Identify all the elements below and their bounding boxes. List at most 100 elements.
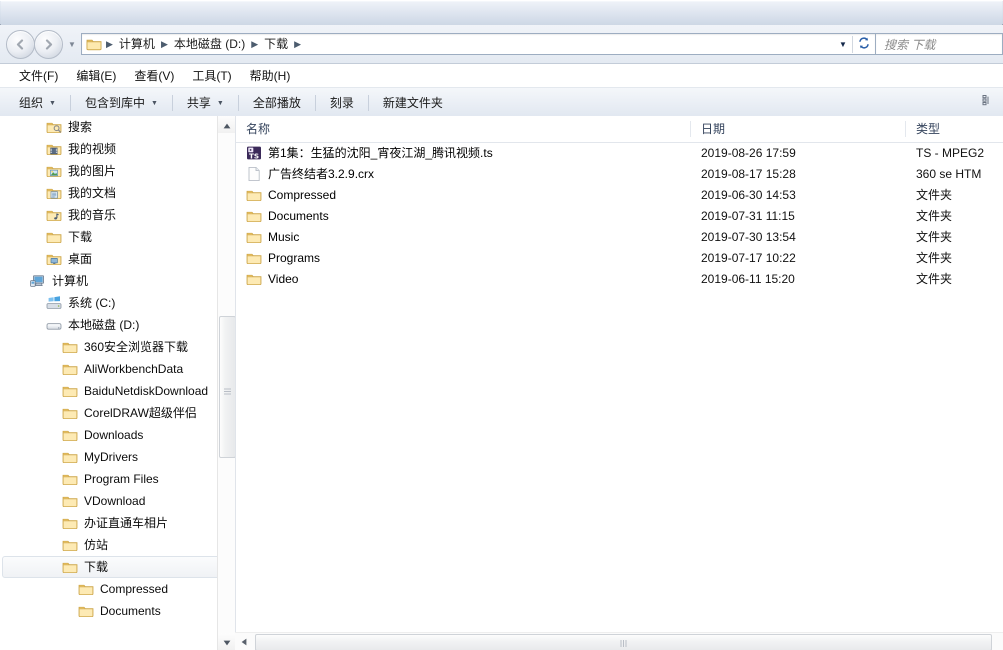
file-name-cell[interactable]: Video: [236, 268, 691, 289]
nav-item-360[interactable]: 360安全浏览器下载: [0, 336, 235, 358]
search-box[interactable]: 搜索 下载: [875, 33, 1003, 55]
file-row[interactable]: TS 第1集：生猛的沈阳_宵夜江湖_腾讯视频.ts 2019-08-26 17:59…: [236, 142, 1003, 163]
menu-tools[interactable]: 工具(T): [183, 66, 240, 86]
refresh-icon: [857, 36, 871, 53]
nav-item-downloads[interactable]: Downloads: [0, 424, 235, 446]
nav-scroll-track[interactable]: [218, 133, 235, 633]
navigation-buttons: ▼: [0, 29, 78, 59]
breadcrumb-item-1[interactable]: 本地磁盘 (D:): [171, 35, 248, 53]
nav-item-[interactable]: 下载: [2, 556, 231, 578]
horizontal-scrollbar[interactable]: [235, 632, 1003, 650]
menu-file[interactable]: 文件(F): [10, 66, 67, 86]
menu-edit[interactable]: 编辑(E): [67, 66, 125, 86]
nav-item-c:[interactable]: 系统 (C:): [0, 292, 235, 314]
navigation-tree: 搜索 我的视频 我的图片 我的文档 我的音乐 下载 桌面 计算机 系统 (C:) 本地磁盘 (D:…: [0, 116, 235, 622]
file-name-label: Documents: [268, 208, 329, 223]
nav-item-label: AliWorkbenchData: [84, 362, 184, 376]
folder-icon: [62, 559, 78, 575]
nav-pane-scrollbar[interactable]: [217, 116, 235, 650]
folder-video-icon: [46, 141, 62, 157]
folder-icon: [62, 449, 78, 465]
nav-item-program-files[interactable]: Program Files: [0, 468, 235, 490]
nav-item-aliworkbenchdata[interactable]: AliWorkbenchData: [0, 358, 235, 380]
nav-scroll-down-button[interactable]: [218, 633, 235, 650]
column-header-name[interactable]: 名称: [236, 116, 691, 142]
nav-item-baidunetdiskdownload[interactable]: BaiduNetdiskDownload: [0, 380, 235, 402]
nav-item-[interactable]: 仿站: [0, 534, 235, 556]
file-row[interactable]: Video 2019-06-11 15:20 文件夹: [236, 268, 1003, 289]
forward-button[interactable]: [34, 29, 63, 59]
nav-item-label: 系统 (C:): [68, 296, 116, 310]
hscroll-left-button[interactable]: [235, 633, 252, 650]
nav-item-[interactable]: 桌面: [0, 248, 235, 270]
file-date-cell: 2019-06-30 14:53: [701, 187, 796, 202]
nav-item-[interactable]: 我的视频: [0, 138, 235, 160]
file-name-cell[interactable]: Music: [236, 226, 691, 247]
file-name-cell[interactable]: 广告终结者3.2.9.crx: [236, 163, 691, 184]
file-type-cell: 文件夹: [916, 208, 953, 223]
breadcrumb-separator-1[interactable]: ▶: [158, 36, 171, 52]
share-button[interactable]: 共享 ▼: [178, 92, 233, 114]
navigation-pane: 搜索 我的视频 我的图片 我的文档 我的音乐 下载 桌面 计算机 系统 (C:) 本地磁盘 (D:…: [0, 116, 236, 650]
column-header-type[interactable]: 类型: [906, 116, 986, 142]
nav-item-compressed[interactable]: Compressed: [0, 578, 235, 600]
nav-item-d:[interactable]: 本地磁盘 (D:): [0, 314, 235, 336]
file-row[interactable]: 广告终结者3.2.9.crx 2019-08-17 15:28 360 se HTM: [236, 163, 1003, 184]
address-dropdown-button[interactable]: ▼: [834, 34, 852, 54]
new-folder-button[interactable]: 新建文件夹: [374, 92, 452, 114]
nav-item-label: 办证直通车相片: [84, 516, 169, 530]
file-name-cell[interactable]: Documents: [236, 205, 691, 226]
menu-view[interactable]: 查看(V): [125, 66, 183, 86]
nav-item-[interactable]: 我的音乐: [0, 204, 235, 226]
nav-scroll-thumb[interactable]: [219, 316, 235, 458]
breadcrumb-separator-2[interactable]: ▶: [248, 36, 261, 52]
file-name-cell[interactable]: TS 第1集：生猛的沈阳_宵夜江湖_腾讯视频.ts: [236, 142, 691, 163]
folder-icon: [246, 271, 262, 287]
nav-item-coreldraw[interactable]: CorelDRAW超级伴侣: [0, 402, 235, 424]
view-options-button[interactable]: [974, 88, 997, 118]
nav-item-vdownload[interactable]: VDownload: [0, 490, 235, 512]
hscroll-track[interactable]: [253, 634, 1002, 650]
recent-pages-dropdown[interactable]: ▼: [66, 34, 78, 54]
nav-item-[interactable]: 计算机: [0, 270, 235, 292]
hscroll-thumb[interactable]: [255, 634, 992, 650]
include-in-library-button[interactable]: 包含到库中 ▼: [76, 92, 167, 114]
generic-file-icon: [246, 166, 262, 182]
breadcrumb-item-0[interactable]: 计算机: [116, 35, 158, 53]
file-row[interactable]: Programs 2019-07-17 10:22 文件夹: [236, 247, 1003, 268]
organize-button[interactable]: 组织 ▼: [10, 92, 65, 114]
nav-scroll-up-button[interactable]: [218, 116, 235, 133]
breadcrumb-item-2[interactable]: 下载: [261, 35, 291, 53]
chevron-down-icon: ▼: [216, 100, 224, 107]
menu-help[interactable]: 帮助(H): [241, 66, 300, 86]
file-type-cell: 360 se HTM: [916, 166, 982, 181]
grip-icon: [224, 384, 231, 394]
back-button[interactable]: [6, 29, 35, 59]
nav-item-[interactable]: 办证直通车相片: [0, 512, 235, 534]
burn-button[interactable]: 刻录: [321, 92, 363, 114]
file-row[interactable]: Compressed 2019-06-30 14:53 文件夹: [236, 184, 1003, 205]
nav-item-[interactable]: 下载: [0, 226, 235, 248]
nav-item-label: 仿站: [84, 538, 109, 552]
nav-item-label: MyDrivers: [84, 450, 138, 464]
include-in-library-label: 包含到库中: [84, 96, 145, 110]
play-all-button[interactable]: 全部播放: [244, 92, 310, 114]
search-input[interactable]: 搜索 下载: [876, 36, 935, 53]
breadcrumb-separator-3[interactable]: ▶: [291, 36, 304, 52]
file-name-cell[interactable]: Compressed: [236, 184, 691, 205]
breadcrumb: ▶ 计算机 ▶ 本地磁盘 (D:) ▶ 下载 ▶: [82, 35, 834, 53]
nav-item-documents[interactable]: Documents: [0, 600, 235, 622]
menu-bar: 文件(F) 编辑(E) 查看(V) 工具(T) 帮助(H): [0, 64, 1003, 88]
nav-item-[interactable]: 搜索: [0, 116, 235, 138]
file-row[interactable]: Documents 2019-07-31 11:15 文件夹: [236, 205, 1003, 226]
file-name-cell[interactable]: Programs: [236, 247, 691, 268]
view-options-icon: [980, 95, 991, 111]
column-header-date[interactable]: 日期: [691, 116, 906, 142]
refresh-button[interactable]: [853, 34, 875, 54]
address-field[interactable]: ▶ 计算机 ▶ 本地磁盘 (D:) ▶ 下载 ▶ ▼: [81, 33, 876, 55]
nav-item-mydrivers[interactable]: MyDrivers: [0, 446, 235, 468]
triangle-down-icon: [223, 635, 231, 649]
file-row[interactable]: Music 2019-07-30 13:54 文件夹: [236, 226, 1003, 247]
nav-item-[interactable]: 我的图片: [0, 160, 235, 182]
nav-item-[interactable]: 我的文档: [0, 182, 235, 204]
